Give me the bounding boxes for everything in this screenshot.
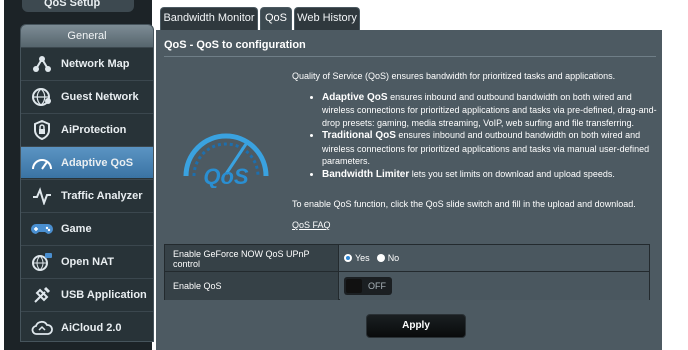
sidebar-item-label: Open NAT: [61, 255, 114, 268]
geforce-yes-radio[interactable]: [344, 254, 352, 262]
qos-panel: QoS - QoS to configuration QoS Quality o…: [156, 30, 662, 350]
network-map-icon: [31, 53, 53, 75]
geforce-value: Yes No: [340, 245, 649, 271]
qos-faq-link[interactable]: QoS FAQ: [292, 220, 331, 230]
title-divider: [164, 56, 656, 57]
general-header: General: [21, 25, 153, 47]
qos-setup-stub[interactable]: QoS Setup: [22, 0, 134, 12]
geforce-radio-group: Yes No: [344, 253, 399, 263]
geforce-label: Enable GeForce NOW QoS UPnP control: [165, 245, 339, 271]
sidebar-item-usb-application[interactable]: USB Application: [21, 278, 153, 310]
sidebar-item-traffic-analyzer[interactable]: Traffic Analyzer: [21, 179, 153, 211]
sidebar-item-label: AiCloud 2.0: [61, 321, 122, 334]
list-item: Traditional QoS ensures inbound and outb…: [322, 129, 662, 168]
list-item: Adaptive QoS ensures inbound and outboun…: [322, 91, 662, 130]
sidebar-item-aicloud[interactable]: AiCloud 2.0: [21, 311, 153, 343]
sidebar-item-network-map[interactable]: Network Map: [21, 47, 153, 79]
sidebar-item-game[interactable]: Game: [21, 212, 153, 244]
sidebar: QoS Setup General Network Map Guest Netw…: [4, 0, 154, 350]
geforce-no-radio[interactable]: [376, 254, 385, 262]
open-nat-icon: [31, 251, 53, 273]
bullet-term: Adaptive QoS: [322, 91, 388, 103]
usb-application-icon: [31, 284, 53, 306]
game-icon: [31, 218, 53, 240]
sidebar-item-label: Network Map: [61, 57, 130, 70]
qos-settings-table: Enable GeForce NOW QoS UPnP control Yes …: [164, 244, 650, 300]
sidebar-item-label: Guest Network: [61, 90, 139, 103]
qos-speedometer-icon: QoS: [183, 133, 269, 188]
enable-qos-label: Enable QoS: [165, 272, 339, 300]
guest-network-icon: [31, 86, 53, 108]
page-title: QoS - QoS to configuration: [164, 39, 306, 51]
bullet-text: lets you set limits on download and uplo…: [409, 168, 615, 179]
page-margin: [662, 30, 688, 350]
enable-qos-row: Enable QoS OFF: [165, 272, 649, 300]
sidebar-item-label: AiProtection: [61, 123, 127, 136]
no-label: No: [387, 253, 400, 263]
sidebar-item-adaptive-qos[interactable]: Adaptive QoS: [21, 146, 153, 178]
logo-text: QoS: [203, 164, 249, 188]
yes-label: Yes: [355, 253, 370, 263]
toggle-knob: [346, 279, 362, 293]
bullet-term: Bandwidth Limiter: [322, 168, 410, 180]
apply-button[interactable]: Apply: [366, 314, 466, 338]
setup-label: QoS Setup: [44, 0, 101, 9]
qos-bullet-list: Adaptive QoS ensures inbound and outboun…: [322, 91, 662, 182]
toggle-state: OFF: [368, 281, 386, 291]
geforce-row: Enable GeForce NOW QoS UPnP control Yes …: [165, 245, 649, 272]
aicloud-icon: [31, 317, 53, 339]
tab-qos[interactable]: QoS: [260, 7, 292, 30]
tab-web-history[interactable]: Web History: [294, 7, 360, 30]
general-menu: General Network Map Guest Network AiProt…: [20, 24, 154, 342]
sidebar-item-label: Traffic Analyzer: [61, 189, 143, 202]
qos-description: Quality of Service (QoS) ensures bandwid…: [292, 70, 662, 181]
adaptive-qos-icon: [31, 152, 53, 174]
enable-instructions: To enable QoS function, click the QoS sl…: [292, 199, 636, 209]
sidebar-item-label: USB Application: [61, 288, 147, 301]
aiprotection-icon: [31, 119, 53, 141]
list-item: Bandwidth Limiter lets you set limits on…: [322, 168, 662, 182]
sidebar-item-open-nat[interactable]: Open NAT: [21, 245, 153, 277]
sidebar-item-aiprotection[interactable]: AiProtection: [21, 113, 153, 145]
tab-bar: Bandwidth Monitor QoS Web History: [156, 0, 688, 30]
sidebar-item-guest-network[interactable]: Guest Network: [21, 80, 153, 112]
enable-qos-value: OFF: [340, 272, 649, 300]
qos-toggle-switch[interactable]: OFF: [344, 277, 392, 295]
sidebar-item-label: Adaptive QoS: [61, 156, 134, 169]
tab-bandwidth-monitor[interactable]: Bandwidth Monitor: [160, 7, 258, 30]
intro-text: Quality of Service (QoS) ensures bandwid…: [292, 71, 616, 81]
traffic-analyzer-icon: [31, 185, 53, 207]
sidebar-item-label: Game: [61, 222, 92, 235]
bullet-term: Traditional QoS: [322, 130, 396, 141]
